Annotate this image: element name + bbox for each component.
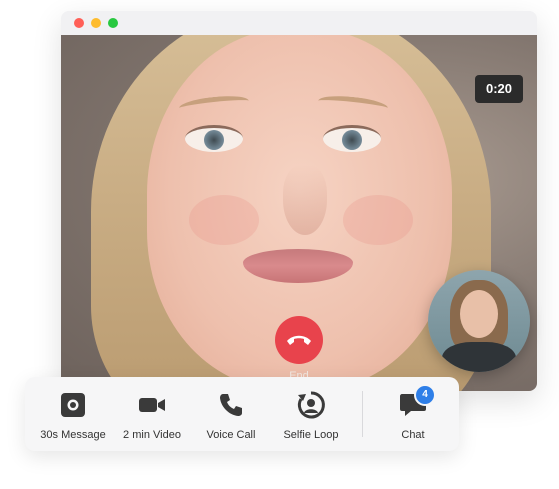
toolbar-chat-label: Chat — [401, 429, 425, 441]
phone-icon — [216, 390, 246, 420]
chat-unread-badge: 4 — [414, 384, 436, 406]
hang-up-icon — [287, 335, 311, 345]
cheek-right — [343, 195, 413, 245]
video-camera-icon — [137, 390, 167, 420]
toolbar-voice-call-button[interactable]: Voice Call — [195, 377, 267, 451]
toolbar-item-label: Selfie Loop — [283, 429, 339, 441]
call-toolbar: 30s Message 2 min Video Voice Call Selfi… — [25, 377, 459, 451]
end-call-control: End — [275, 316, 323, 382]
stage: 0:20 End 30s Message 2 min Video Voice C… — [0, 0, 559, 489]
window-maximize-button[interactable] — [108, 18, 118, 28]
toolbar-selfie-loop-button[interactable]: Selfie Loop — [273, 377, 349, 451]
window-close-button[interactable] — [74, 18, 84, 28]
selfie-loop-icon — [296, 390, 326, 420]
self-view-shirt — [442, 342, 516, 372]
toolbar-item-label: 30s Message — [40, 429, 106, 441]
nose — [283, 165, 327, 235]
end-call-button[interactable] — [275, 316, 323, 364]
eye-left — [185, 125, 243, 152]
toolbar-item-label: 2 min Video — [123, 429, 181, 441]
toolbar-chat-button[interactable]: 4 Chat — [381, 377, 445, 451]
toolbar-2-min-video-button[interactable]: 2 min Video — [115, 377, 189, 451]
self-view-pip[interactable] — [428, 270, 530, 372]
toolbar-30s-message-button[interactable]: 30s Message — [31, 377, 115, 451]
toolbar-item-label: Voice Call — [206, 429, 256, 441]
chat-bubble-icon: 4 — [398, 384, 436, 420]
record-icon — [58, 390, 88, 420]
toolbar-divider — [362, 391, 363, 437]
call-timer: 0:20 — [475, 75, 523, 103]
self-view-face — [460, 290, 498, 338]
cheek-left — [189, 195, 259, 245]
window-titlebar — [61, 11, 537, 35]
eye-right — [323, 125, 381, 152]
window-minimize-button[interactable] — [91, 18, 101, 28]
